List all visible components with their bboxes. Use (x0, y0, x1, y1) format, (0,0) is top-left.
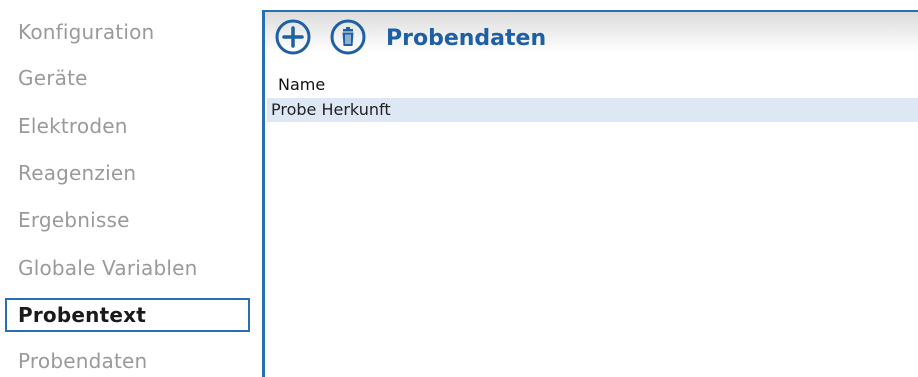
sidebar-item-geraete[interactable]: Geräte (18, 63, 88, 93)
sidebar-item-ergebnisse[interactable]: Ergebnisse (18, 205, 130, 235)
data-table: Name Probe Herkunft (267, 72, 918, 122)
panel-toolbar: Probendaten (265, 10, 918, 70)
app-window: Konfiguration Geräte Elektroden Reagenzi… (0, 0, 918, 377)
panel-title: Probendaten (386, 26, 547, 51)
sidebar-item-probendaten[interactable]: Probendaten (18, 346, 147, 376)
sidebar-item-globale-variablen[interactable]: Globale Variablen (18, 253, 198, 283)
sidebar-item-konfiguration[interactable]: Konfiguration (18, 17, 154, 47)
cell-name: Probe Herkunft (271, 100, 391, 119)
add-button[interactable] (275, 19, 311, 55)
trash-circle-icon (330, 19, 366, 55)
sidebar: Konfiguration Geräte Elektroden Reagenzi… (0, 0, 262, 377)
sidebar-item-elektroden[interactable]: Elektroden (18, 111, 128, 141)
column-header-name[interactable]: Name (273, 72, 918, 98)
main-panel: Probendaten Name Probe Herkunft (265, 10, 918, 377)
delete-button[interactable] (330, 19, 366, 55)
table-row[interactable]: Probe Herkunft (267, 98, 918, 122)
sidebar-item-probentext[interactable]: Probentext (5, 298, 250, 332)
sidebar-item-reagenzien[interactable]: Reagenzien (18, 158, 136, 188)
plus-circle-icon (275, 19, 311, 55)
